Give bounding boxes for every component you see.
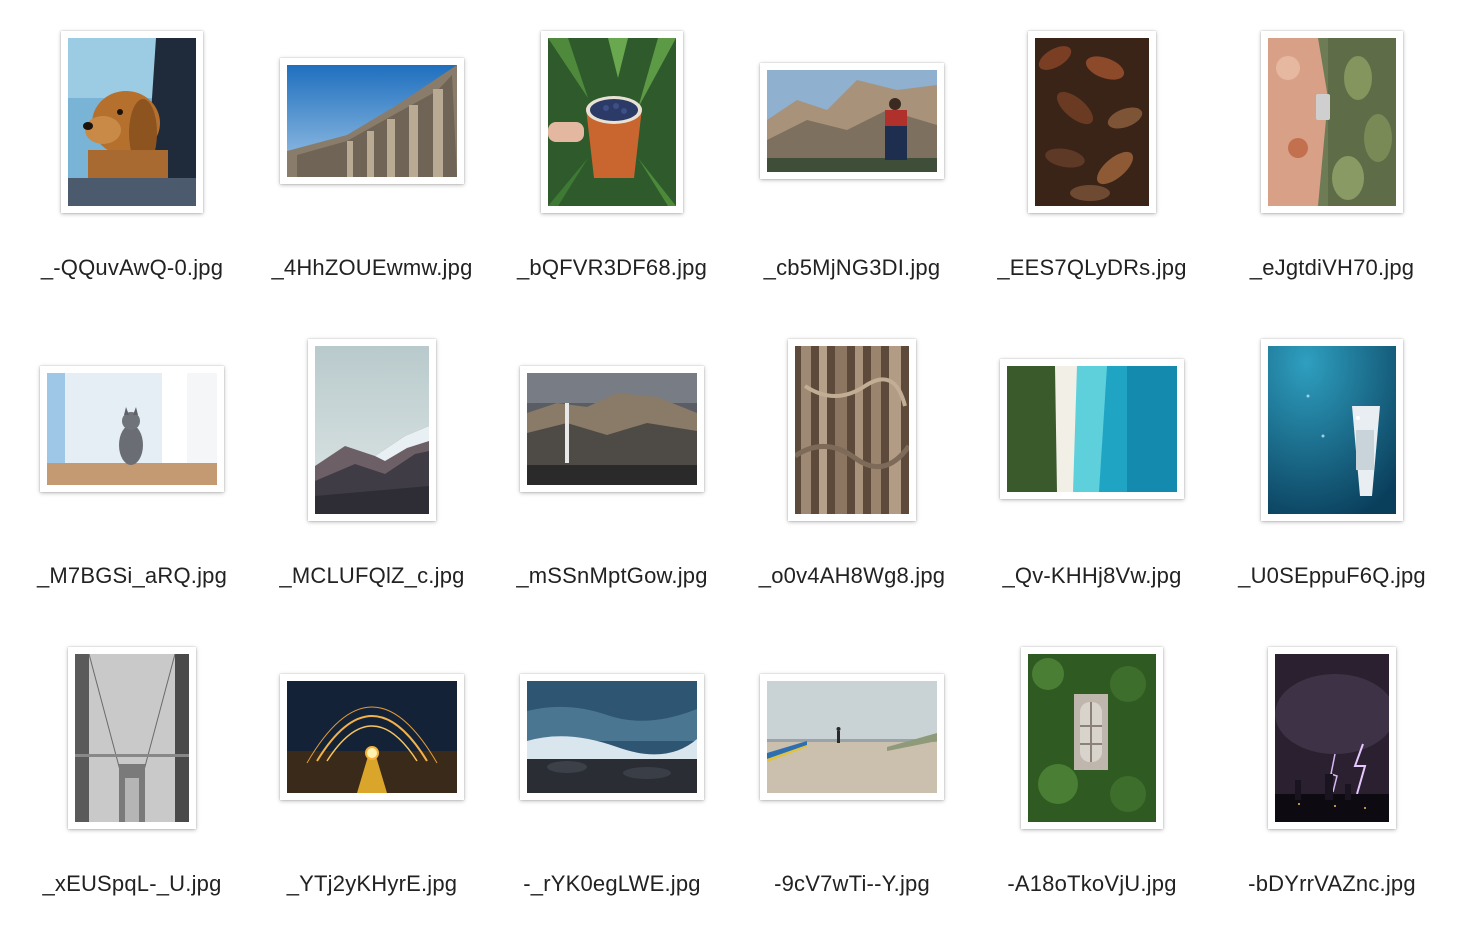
thumbnail[interactable]: [68, 647, 196, 829]
thumbnail[interactable]: [760, 63, 944, 179]
mountain-ridge-photo: [315, 346, 429, 514]
thumbnail-area: [732, 18, 972, 242]
sparks-photo: [287, 681, 457, 793]
thumbnail[interactable]: [61, 31, 203, 213]
thumbnail-area: [732, 634, 972, 858]
thumbnail[interactable]: [520, 674, 704, 800]
file-item[interactable]: _-QQuvAwQ-0.jpg: [12, 18, 252, 318]
file-name[interactable]: _U0SEppuF6Q.jpg: [1212, 563, 1452, 589]
file-name[interactable]: _eJgtdiVH70.jpg: [1212, 255, 1452, 281]
tree-roots-photo: [795, 346, 909, 514]
thumbnail-area: [252, 18, 492, 242]
file-name[interactable]: -A18oTkoVjU.jpg: [972, 871, 1212, 897]
thumbnail[interactable]: [788, 339, 916, 521]
file-name[interactable]: _bQFVR3DF68.jpg: [492, 255, 732, 281]
file-item[interactable]: _M7BGSi_aRQ.jpg: [12, 326, 252, 626]
thumbnail[interactable]: [308, 339, 436, 521]
file-item[interactable]: _EES7QLyDRs.jpg: [972, 18, 1212, 318]
file-name[interactable]: _4HhZOUEwmw.jpg: [252, 255, 492, 281]
file-item[interactable]: _cb5MjNG3DI.jpg: [732, 18, 972, 318]
thumbnail[interactable]: [1028, 31, 1156, 213]
thumbnail[interactable]: [760, 674, 944, 800]
file-name[interactable]: _cb5MjNG3DI.jpg: [732, 255, 972, 281]
plaza-photo: [767, 681, 937, 793]
file-item[interactable]: -A18oTkoVjU.jpg: [972, 634, 1212, 932]
lightning-city-photo: [1275, 654, 1389, 822]
thumbnail-area: [732, 326, 972, 550]
file-item[interactable]: -9cV7wTi--Y.jpg: [732, 634, 972, 932]
file-name[interactable]: -9cV7wTi--Y.jpg: [732, 871, 972, 897]
thumbnail-area: [12, 326, 252, 550]
file-name[interactable]: _-QQuvAwQ-0.jpg: [12, 255, 252, 281]
thumbnail[interactable]: [520, 366, 704, 492]
file-name[interactable]: _YTj2yKHyrE.jpg: [252, 871, 492, 897]
dog-photo: [68, 38, 196, 206]
leaves-photo: [1035, 38, 1149, 206]
thumbnail-area: [12, 634, 252, 858]
file-name[interactable]: _Qv-KHHj8Vw.jpg: [972, 563, 1212, 589]
thumbnail[interactable]: [1021, 647, 1163, 829]
file-item[interactable]: _Qv-KHHj8Vw.jpg: [972, 326, 1212, 626]
ivy-window-photo: [1028, 654, 1156, 822]
file-name[interactable]: -bDYrrVAZnc.jpg: [1212, 871, 1452, 897]
thumbnail[interactable]: [1261, 31, 1403, 213]
thumbnail-area: [1212, 634, 1452, 858]
thumbnail-area: [252, 634, 492, 858]
file-name[interactable]: _o0v4AH8Wg8.jpg: [732, 563, 972, 589]
file-item[interactable]: _o0v4AH8Wg8.jpg: [732, 326, 972, 626]
thumbnail-area: [972, 326, 1212, 550]
file-item[interactable]: _eJgtdiVH70.jpg: [1212, 18, 1452, 318]
file-item[interactable]: _4HhZOUEwmw.jpg: [252, 18, 492, 318]
file-item[interactable]: _mSSnMptGow.jpg: [492, 326, 732, 626]
blueberries-photo: [548, 38, 676, 206]
colonnade-photo: [287, 65, 457, 177]
waterfall-photo: [527, 373, 697, 485]
file-item[interactable]: _U0SEppuF6Q.jpg: [1212, 326, 1452, 626]
thumbnail-area: [492, 634, 732, 858]
thumbnail[interactable]: [280, 674, 464, 800]
waves-photo: [527, 681, 697, 793]
file-item[interactable]: -_rYK0egLWE.jpg: [492, 634, 732, 932]
thumbnail-area: [492, 18, 732, 242]
file-name[interactable]: _mSSnMptGow.jpg: [492, 563, 732, 589]
boat-ocean-photo: [1268, 346, 1396, 514]
file-grid: _-QQuvAwQ-0.jpg _4HhZOUEwmw.jpg _bQFVR3D…: [0, 0, 1468, 932]
file-item[interactable]: _xEUSpqL-_U.jpg: [12, 634, 252, 932]
thumbnail[interactable]: [541, 31, 683, 213]
thumbnail-area: [492, 326, 732, 550]
thumbnail-area: [1212, 326, 1452, 550]
file-name[interactable]: _EES7QLyDRs.jpg: [972, 255, 1212, 281]
cat-photo: [47, 373, 217, 485]
thumbnail[interactable]: [1000, 359, 1184, 499]
file-item[interactable]: _MCLUFQlZ_c.jpg: [252, 326, 492, 626]
thumbnail-area: [1212, 18, 1452, 242]
thumbnail[interactable]: [280, 58, 464, 184]
cactus-phone-photo: [1268, 38, 1396, 206]
file-name[interactable]: _MCLUFQlZ_c.jpg: [252, 563, 492, 589]
file-item[interactable]: _YTj2yKHyrE.jpg: [252, 634, 492, 932]
thumbnail-area: [12, 18, 252, 242]
thumbnail[interactable]: [1261, 339, 1403, 521]
hiker-cliffs-photo: [767, 70, 937, 172]
aerial-beach-photo: [1007, 366, 1177, 492]
thumbnail-area: [252, 326, 492, 550]
file-name[interactable]: -_rYK0egLWE.jpg: [492, 871, 732, 897]
file-item[interactable]: -bDYrrVAZnc.jpg: [1212, 634, 1452, 932]
file-item[interactable]: _bQFVR3DF68.jpg: [492, 18, 732, 318]
file-name[interactable]: _xEUSpqL-_U.jpg: [12, 871, 252, 897]
thumbnail-area: [972, 18, 1212, 242]
file-name[interactable]: _M7BGSi_aRQ.jpg: [12, 563, 252, 589]
bridge-fog-photo: [75, 654, 189, 822]
thumbnail-area: [972, 634, 1212, 858]
thumbnail[interactable]: [1268, 647, 1396, 829]
thumbnail[interactable]: [40, 366, 224, 492]
